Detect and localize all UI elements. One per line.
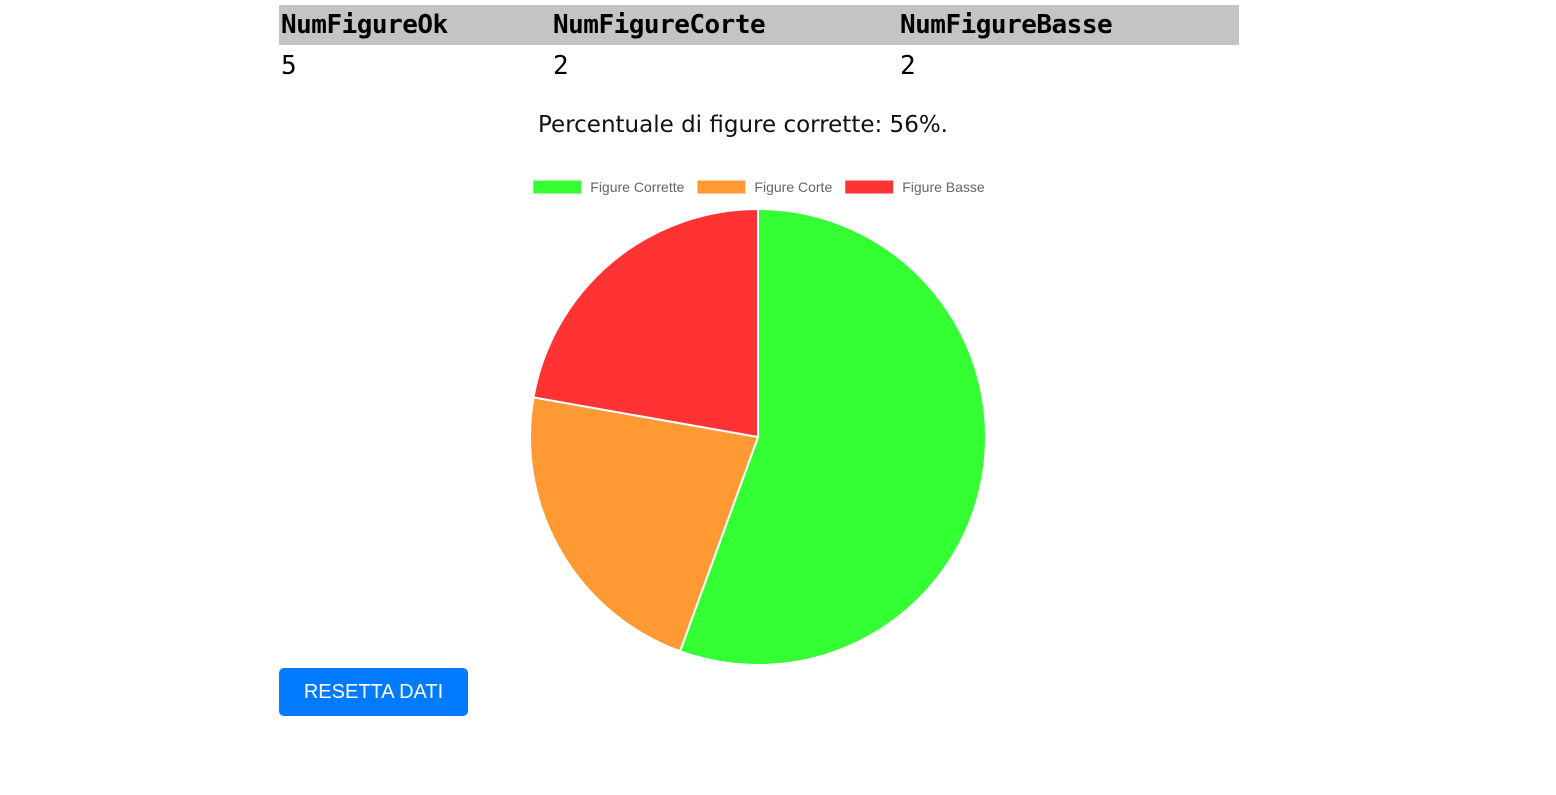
reset-data-button[interactable]: RESETTA DATI [279, 668, 468, 716]
legend-swatch-figure-corte [697, 180, 746, 194]
pie-chart: Figure Corrette Figure Corte Figure Basse [529, 179, 987, 666]
legend-swatch-figure-basse [845, 180, 894, 194]
legend-item-figure-corrette[interactable]: Figure Corrette [533, 179, 685, 195]
pie-slice-figure-basse[interactable] [532, 207, 759, 439]
legend-label-figure-corrette: Figure Corrette [590, 179, 684, 195]
legend-item-figure-corte[interactable]: Figure Corte [697, 179, 832, 195]
legend-item-figure-basse[interactable]: Figure Basse [845, 179, 985, 195]
pie-slices [529, 207, 987, 666]
legend-label-figure-corte: Figure Corte [754, 179, 832, 195]
chart-legend: Figure Corrette Figure Corte Figure Basse [533, 179, 985, 195]
legend-swatch-figure-corrette [533, 180, 582, 194]
legend-label-figure-basse: Figure Basse [902, 179, 985, 195]
